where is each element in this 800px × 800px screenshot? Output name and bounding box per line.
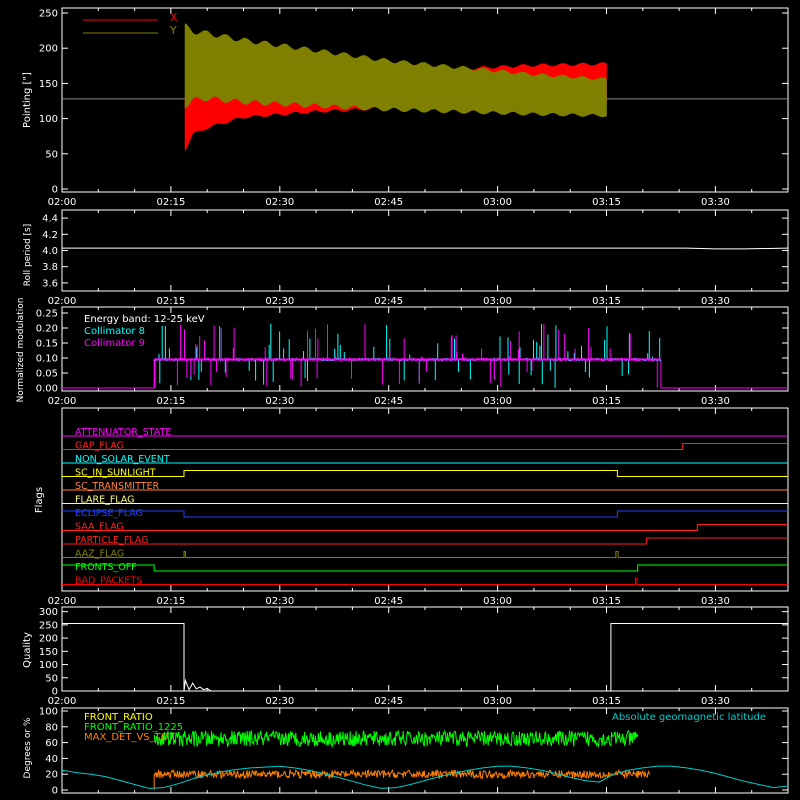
y-tick-label: 3.6 — [42, 278, 58, 289]
legend-geomag-latitude: Absolute geomagnetic latitude — [612, 712, 766, 723]
y-tick-label: 0.05 — [36, 369, 58, 380]
x-tick-label: 02:45 — [374, 696, 403, 707]
energy-band-annotation: Energy band: 12-25 keV — [84, 314, 205, 325]
y-tick-label: 40 — [45, 754, 58, 765]
y-tick-label: 50 — [45, 673, 58, 684]
flag-label-saa_flag: SAA_FLAG — [75, 522, 124, 533]
y-tick-label: 150 — [39, 647, 58, 658]
x-tick-label: 02:45 — [374, 596, 403, 607]
x-tick-label: 02:30 — [265, 596, 294, 607]
y-tick-label: 0 — [52, 687, 58, 698]
y-tick-label: 250 — [39, 9, 58, 20]
legend-max-det: MAX_DET_VS_TOT — [84, 732, 176, 743]
flag-label-bad_packets: BAD_PACKETS — [75, 576, 142, 587]
flag-label-sc_in_sunlight: SC_IN_SUNLIGHT — [75, 468, 156, 479]
y-tick-label: 100 — [39, 114, 58, 125]
y-tick-label: 0 — [52, 786, 58, 797]
flag-label-aaz_flag: AAZ_FLAG — [75, 549, 124, 560]
pointing-y-label: Pointing ["] — [22, 72, 33, 128]
flag-label-non_solar_event: NON_SOLAR_EVENT — [75, 454, 170, 465]
y-tick-label: 80 — [45, 722, 58, 733]
x-tick-label: 03:00 — [483, 596, 512, 607]
x-tick-label: 03:15 — [592, 197, 621, 208]
x-tick-label: 03:30 — [701, 197, 730, 208]
y-tick-label: 0.25 — [36, 309, 58, 320]
flag-label-sc_transmitter: SC_TRANSMITTER — [75, 481, 160, 492]
y-tick-label: 60 — [45, 738, 58, 749]
y-tick-label: 100 — [39, 660, 58, 671]
flag-label-fronts_off: FRONTS_OFF — [75, 562, 137, 573]
y-tick-label: 4.0 — [42, 246, 58, 257]
modulation-y-label: Normalized modulation — [16, 298, 26, 403]
x-tick-label: 02:00 — [48, 296, 77, 307]
x-tick-label: 03:00 — [483, 197, 512, 208]
legend-collimator9: Collimator 9 — [84, 338, 145, 349]
x-tick-label: 02:45 — [374, 197, 403, 208]
flags-y-label: Flags — [34, 487, 45, 513]
y-tick-label: 20 — [45, 770, 58, 781]
flag-label-eclipse_flag: ECLIPSE_FLAG — [75, 508, 143, 519]
roll-period-y-label: Roll period [s] — [23, 224, 33, 286]
y-tick-label: 0 — [52, 185, 58, 196]
x-tick-label: 03:30 — [701, 696, 730, 707]
x-tick-label: 02:00 — [48, 197, 77, 208]
y-tick-label: 4.2 — [42, 230, 58, 241]
x-tick-label: 03:15 — [592, 396, 621, 407]
x-tick-label: 02:15 — [156, 296, 185, 307]
legend-x-label: X — [170, 11, 178, 24]
x-tick-label: 02:30 — [265, 696, 294, 707]
y-tick-label: 0.20 — [36, 324, 58, 335]
y-tick-label: 200 — [39, 634, 58, 645]
y-tick-label: 50 — [45, 149, 58, 160]
y-tick-label: 0.15 — [36, 339, 58, 350]
y-tick-label: 4.4 — [42, 214, 58, 225]
y-tick-label: 3.8 — [42, 262, 58, 273]
x-tick-label: 03:00 — [483, 396, 512, 407]
x-tick-label: 02:30 — [265, 396, 294, 407]
x-tick-label: 03:15 — [592, 296, 621, 307]
legend-collimator8: Collimator 8 — [84, 326, 145, 337]
x-tick-label: 03:00 — [483, 296, 512, 307]
x-tick-label: 02:00 — [48, 596, 77, 607]
x-tick-label: 03:30 — [701, 296, 730, 307]
flag-label-flare_flag: FLARE_FLAG — [75, 495, 135, 506]
x-tick-label: 02:00 — [48, 396, 77, 407]
x-tick-label: 02:15 — [156, 197, 185, 208]
x-tick-label: 02:30 — [265, 197, 294, 208]
legend-y-label: Y — [169, 24, 177, 37]
ratios-y-label: Degrees or % — [23, 717, 33, 778]
x-tick-label: 03:15 — [592, 596, 621, 607]
x-tick-label: 02:15 — [156, 696, 185, 707]
y-tick-label: 0.10 — [36, 354, 58, 365]
y-tick-label: 200 — [39, 44, 58, 55]
x-tick-label: 03:00 — [483, 696, 512, 707]
y-tick-label: 300 — [39, 607, 58, 618]
figure: 02:00 02:15 02:30 02:45 03:00 03:15 03:30 0 50 10… — [0, 0, 800, 800]
x-tick-label: 03:30 — [701, 596, 730, 607]
y-tick-label: 0.00 — [36, 384, 58, 395]
x-tick-label: 02:15 — [156, 596, 185, 607]
quality-y-label: Quality — [22, 632, 33, 668]
flag-label-attenuator_state: ATTENUATOR_STATE — [75, 427, 171, 438]
x-tick-label: 03:15 — [592, 696, 621, 707]
y-tick-label: 150 — [39, 79, 58, 90]
y-tick-label: 250 — [39, 620, 58, 631]
x-tick-label: 02:45 — [374, 296, 403, 307]
y-tick-label: 100 — [39, 707, 58, 718]
x-tick-label: 02:00 — [48, 696, 77, 707]
x-tick-label: 02:45 — [374, 396, 403, 407]
flag-label-gap_flag: GAP_FLAG — [75, 441, 124, 452]
x-tick-label: 03:30 — [701, 396, 730, 407]
flag-label-particle_flag: PARTICLE_FLAG — [75, 535, 148, 546]
x-tick-label: 02:30 — [265, 296, 294, 307]
x-tick-label: 02:15 — [156, 396, 185, 407]
